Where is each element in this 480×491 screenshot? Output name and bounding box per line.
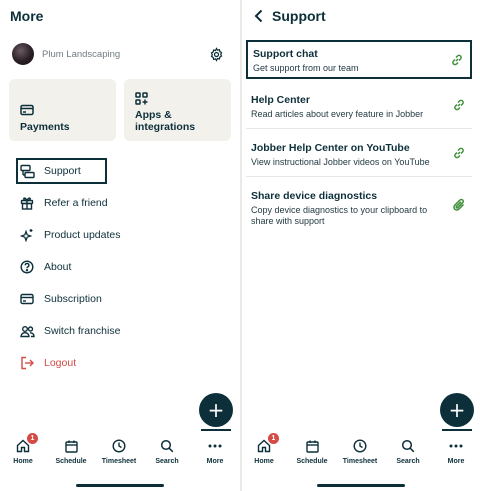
tab-label-search: Search <box>396 458 420 465</box>
menu-item-switch-franchise[interactable]: Switch franchise <box>16 318 208 344</box>
sparkle-icon <box>19 227 35 243</box>
tab-label-timesheet: Timesheet <box>342 458 378 465</box>
question-icon <box>19 259 35 275</box>
support-item-description: Copy device diagnostics to your clipboar… <box>251 205 428 226</box>
more-icon <box>206 437 224 455</box>
support-icon <box>19 163 35 179</box>
calendar-icon <box>303 437 321 455</box>
support-item-share-diagnostics[interactable]: Share device diagnostics Copy device dia… <box>246 184 472 230</box>
support-item-description: View instructional Jobber videos on YouT… <box>251 157 430 167</box>
avatar <box>12 43 34 65</box>
active-tab-indicator <box>442 429 472 431</box>
menu-label-support: Support <box>44 165 81 177</box>
people-icon <box>19 323 35 339</box>
card-icon <box>19 291 35 307</box>
payments-card[interactable]: Payments <box>9 79 116 141</box>
support-screen: Support Support chat Get support from ou… <box>242 0 480 491</box>
tab-timesheet[interactable]: Timesheet <box>95 437 143 465</box>
support-item-support-chat[interactable]: Support chat Get support from our team <box>246 40 472 79</box>
tab-schedule[interactable]: Schedule <box>47 437 95 465</box>
support-item-title: Share device diagnostics <box>251 190 378 202</box>
tab-search[interactable]: Search <box>143 437 191 465</box>
support-item-youtube[interactable]: Jobber Help Center on YouTube View instr… <box>246 136 472 177</box>
menu-item-refer-a-friend[interactable]: Refer a friend <box>16 190 208 216</box>
account-name: Plum Landscaping <box>42 48 121 60</box>
more-screen: More Plum Landscaping Payments Apps & in… <box>0 0 240 491</box>
tab-label-home: Home <box>254 458 274 465</box>
support-item-description: Read articles about every feature in Job… <box>251 109 424 119</box>
tab-bar: 1 Home Schedule Timesheet Search More <box>0 429 240 491</box>
support-item-title: Support chat <box>253 48 318 60</box>
link-icon <box>454 99 464 111</box>
gear-icon[interactable] <box>208 46 224 62</box>
support-item-title: Jobber Help Center on YouTube <box>251 142 410 154</box>
home-icon: 1 <box>14 433 38 455</box>
menu-label-refer-a-friend: Refer a friend <box>44 197 108 209</box>
tab-home[interactable]: 1 Home <box>0 433 47 465</box>
page-title: Support <box>272 8 326 24</box>
tab-schedule[interactable]: Schedule <box>288 437 336 465</box>
menu-item-about[interactable]: About <box>16 254 208 280</box>
menu-label-subscription: Subscription <box>44 293 102 305</box>
notification-badge: 1 <box>268 433 279 444</box>
add-button[interactable]: + <box>440 393 474 427</box>
menu-item-logout[interactable]: Logout <box>16 350 208 376</box>
gift-icon <box>19 195 35 211</box>
account-row[interactable]: Plum Landscaping <box>12 43 224 65</box>
tab-label-more: More <box>206 458 224 465</box>
tab-label-schedule: Schedule <box>55 458 87 465</box>
back-arrow-icon[interactable] <box>252 9 266 23</box>
payments-icon <box>20 103 34 121</box>
link-icon <box>454 147 464 159</box>
support-item-description: Get support from our team <box>253 63 359 73</box>
tab-search[interactable]: Search <box>384 437 432 465</box>
tab-timesheet[interactable]: Timesheet <box>336 437 384 465</box>
home-indicator <box>317 484 405 487</box>
add-button[interactable]: + <box>199 393 233 427</box>
tab-bar: 1 Home Schedule Timesheet Search More <box>242 429 480 491</box>
support-item-help-center[interactable]: Help Center Read articles about every fe… <box>246 88 472 129</box>
menu-label-product-updates: Product updates <box>44 229 121 241</box>
menu-item-support[interactable]: Support <box>16 158 107 184</box>
link-icon <box>452 54 462 66</box>
menu-item-product-updates[interactable]: Product updates <box>16 222 208 248</box>
logout-icon <box>19 355 35 371</box>
menu-label-about: About <box>44 261 72 273</box>
home-icon: 1 <box>255 433 279 455</box>
search-icon <box>158 437 176 455</box>
tab-home[interactable]: 1 Home <box>242 433 288 465</box>
plus-icon: + <box>207 398 225 422</box>
notification-badge: 1 <box>27 433 38 444</box>
clock-icon <box>351 437 369 455</box>
payments-label: Payments <box>20 121 70 133</box>
tab-more[interactable]: More <box>191 437 239 465</box>
plus-icon: + <box>448 398 466 422</box>
tab-label-search: Search <box>155 458 179 465</box>
clock-icon <box>110 437 128 455</box>
apps-integrations-card[interactable]: Apps & integrations <box>124 79 231 141</box>
apps-integrations-label: Apps & integrations <box>135 109 196 133</box>
menu-label-logout: Logout <box>44 357 77 369</box>
tab-label-home: Home <box>13 458 33 465</box>
menu-item-subscription[interactable]: Subscription <box>16 286 208 312</box>
page-title: More <box>10 8 44 24</box>
support-item-title: Help Center <box>251 94 310 106</box>
tab-label-timesheet: Timesheet <box>101 458 137 465</box>
menu-label-switch-franchise: Switch franchise <box>44 325 121 337</box>
active-tab-indicator <box>201 429 231 431</box>
apps-icon <box>135 92 148 110</box>
home-indicator <box>76 484 164 487</box>
tab-label-schedule: Schedule <box>296 458 328 465</box>
tab-more[interactable]: More <box>432 437 480 465</box>
calendar-icon <box>62 437 80 455</box>
more-icon <box>447 437 465 455</box>
paperclip-icon <box>453 198 465 211</box>
search-icon <box>399 437 417 455</box>
tab-label-more: More <box>447 458 465 465</box>
